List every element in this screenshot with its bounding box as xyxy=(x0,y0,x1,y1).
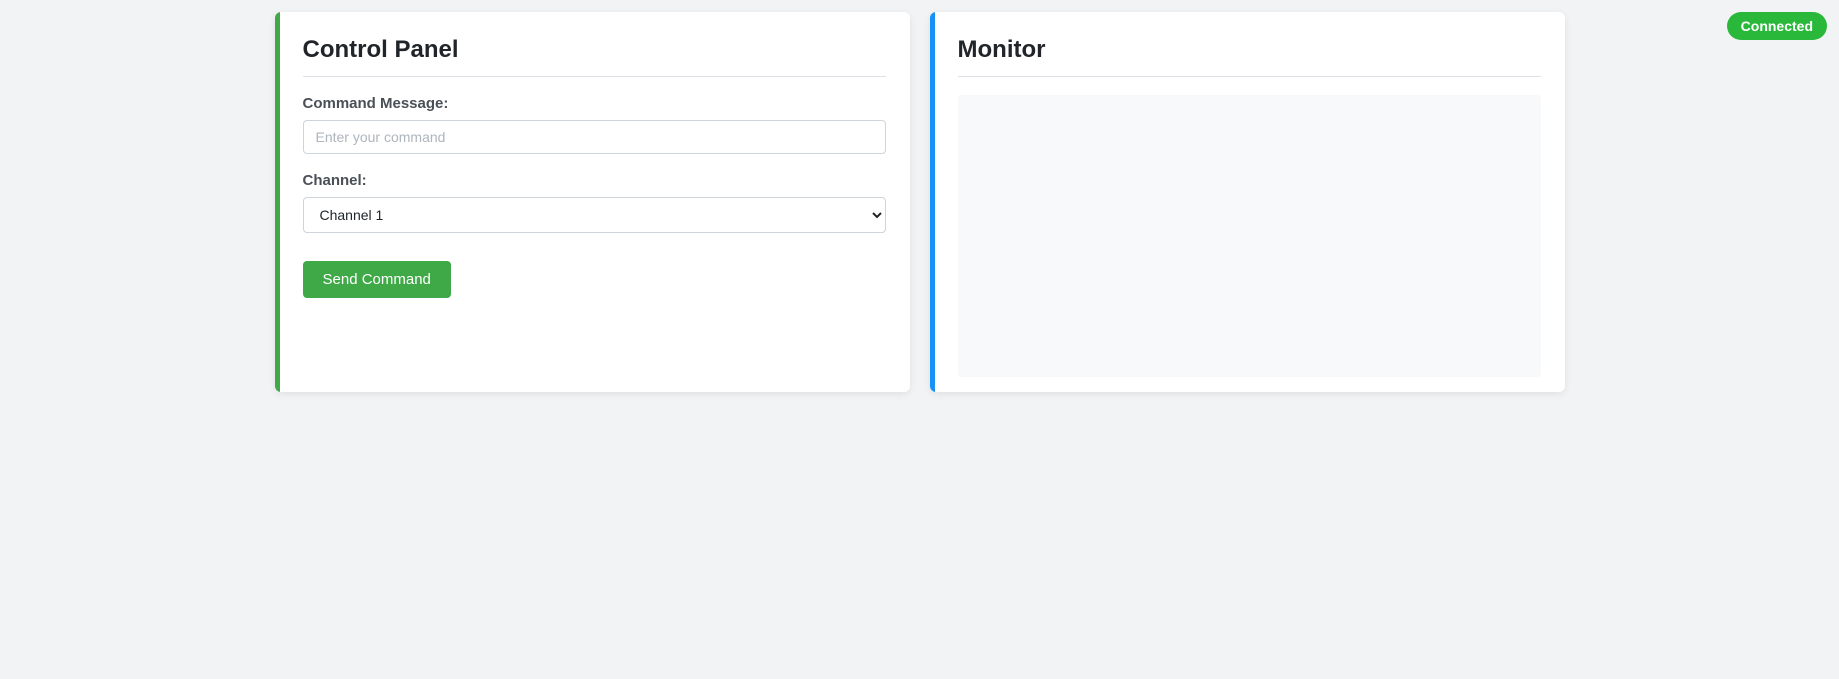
command-message-label: Command Message: xyxy=(303,95,886,112)
monitor-output-area xyxy=(958,95,1541,377)
connection-status-badge: Connected xyxy=(1727,12,1827,40)
control-panel-title: Control Panel xyxy=(303,36,886,77)
channel-label: Channel: xyxy=(303,172,886,189)
command-input[interactable] xyxy=(303,120,886,154)
monitor-title: Monitor xyxy=(958,36,1541,77)
main-container: Control Panel Command Message: Channel: … xyxy=(275,0,1565,404)
monitor-card: Monitor xyxy=(930,12,1565,392)
send-command-button[interactable]: Send Command xyxy=(303,261,451,298)
command-form-group: Command Message: xyxy=(303,95,886,154)
channel-select[interactable]: Channel 1 xyxy=(303,197,886,233)
control-panel-card: Control Panel Command Message: Channel: … xyxy=(275,12,910,392)
channel-form-group: Channel: Channel 1 xyxy=(303,172,886,233)
